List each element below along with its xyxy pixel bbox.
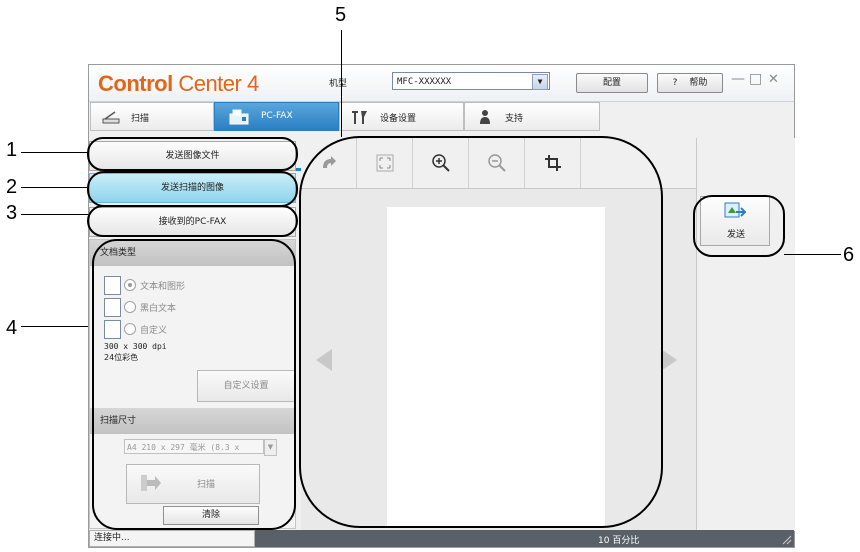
callout-outlines — [87, 136, 785, 530]
callout-outline-5 — [299, 136, 663, 528]
callout-outline-2 — [87, 171, 298, 207]
callout-outline-4 — [92, 239, 296, 530]
callout-outline-3 — [87, 205, 298, 237]
callout-outline-6 — [693, 195, 785, 257]
callout-outline-1 — [87, 137, 298, 171]
